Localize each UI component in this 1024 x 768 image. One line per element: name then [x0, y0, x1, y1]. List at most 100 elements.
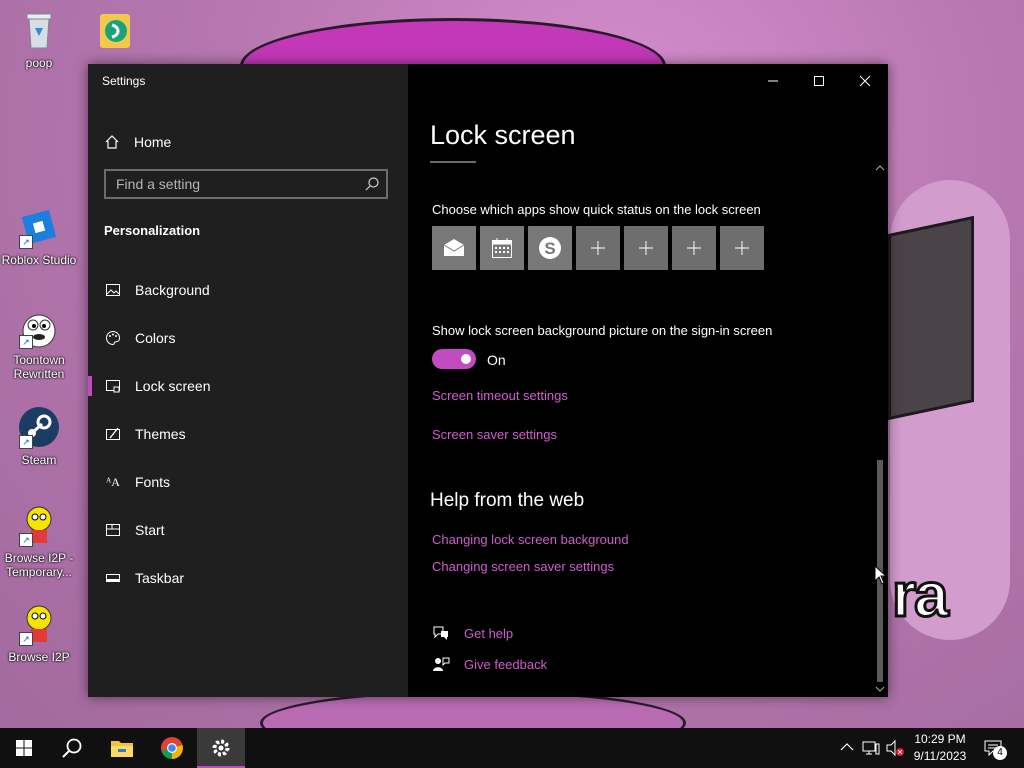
taskbar-icon [105, 570, 121, 586]
start-icon [105, 522, 121, 538]
palette-icon [105, 330, 121, 346]
i2p-icon: ↗ [17, 503, 61, 547]
desktop-icon-label: Steam [21, 453, 57, 467]
svg-text:S: S [544, 239, 555, 258]
network-icon[interactable] [862, 740, 880, 756]
screen-saver-link[interactable]: Screen saver settings [432, 427, 557, 442]
home-nav-item[interactable]: Home [104, 130, 171, 154]
minimize-icon [768, 80, 778, 82]
mail-icon [443, 239, 465, 256]
desktop-icon-browse-i2p-temporary[interactable]: ↗ Browse I2P - Temporary... [1, 503, 77, 579]
desktop-icon-toontown[interactable]: ↗ Toontown Rewritten [1, 305, 77, 381]
give-feedback-label: Give feedback [464, 656, 548, 672]
give-feedback-link[interactable]: Give feedback [432, 656, 547, 672]
clock-time: 10:29 PM [914, 732, 966, 746]
add-icon [735, 241, 749, 255]
nav-item-lock-screen[interactable]: Lock screen [88, 366, 408, 406]
page-title: Lock screen [430, 120, 576, 150]
search-icon [62, 738, 82, 758]
toggle-state-label: On [487, 352, 506, 368]
quick-status-tile-add[interactable] [672, 226, 716, 270]
taskbar-chrome[interactable] [148, 728, 196, 768]
font-icon: ᴬA [106, 474, 120, 489]
taskbar-settings[interactable] [197, 728, 245, 768]
desktop-icon-label: Roblox Studio [1, 253, 77, 267]
close-button[interactable] [842, 68, 888, 94]
file-explorer-icon [111, 741, 133, 757]
search-box[interactable] [104, 169, 388, 199]
taskbar-file-explorer[interactable] [98, 728, 146, 768]
toggle-knob [461, 354, 471, 364]
desktop-icon-folder[interactable] [78, 8, 154, 56]
shortcut-arrow-icon: ↗ [19, 235, 33, 249]
desktop-icon-browse-i2p[interactable]: ↗ Browse I2P [1, 602, 77, 664]
nav-item-start[interactable]: Start [88, 510, 408, 550]
nav-label: Start [135, 522, 165, 538]
desktop-icon-steam[interactable]: ↗ Steam [1, 405, 77, 467]
roblox-studio-icon: ↗ [17, 205, 61, 249]
toontown-icon: ↗ [17, 305, 61, 349]
nav-label: Background [135, 282, 210, 298]
get-help-link[interactable]: Get help [432, 625, 513, 641]
quick-status-tile-add[interactable] [720, 226, 764, 270]
search-input[interactable] [106, 175, 368, 193]
nav-label: Lock screen [135, 378, 211, 394]
scroll-up-icon[interactable] [875, 164, 885, 172]
brush-icon [105, 426, 121, 442]
window-title: Settings [102, 74, 146, 88]
quick-status-tile-skype[interactable]: S [528, 226, 572, 270]
clock[interactable]: 10:29 PM 9/11/2023 [908, 731, 972, 765]
get-help-label: Get help [464, 625, 514, 641]
start-button[interactable] [0, 728, 48, 768]
desktop-icon-recycle-bin[interactable]: poop [1, 8, 77, 70]
settings-content: Lock screen Choose which apps show quick… [408, 64, 888, 697]
maximize-button[interactable] [796, 68, 842, 94]
signin-background-toggle[interactable] [432, 349, 476, 369]
settings-icon [212, 739, 230, 757]
picture-icon [105, 282, 121, 298]
search-icon[interactable] [364, 176, 380, 192]
maximize-icon [814, 76, 824, 86]
quick-status-tile-add[interactable] [624, 226, 668, 270]
quick-status-label: Choose which apps show quick status on t… [432, 202, 761, 217]
mouse-cursor-icon [874, 565, 888, 585]
chrome-icon [161, 737, 183, 759]
content-scrollbar[interactable] [872, 160, 888, 697]
calendar-icon [492, 238, 512, 258]
add-icon [591, 241, 605, 255]
signin-background-label: Show lock screen background picture on t… [432, 323, 773, 338]
screen-timeout-link[interactable]: Screen timeout settings [432, 388, 568, 403]
chevron-up-icon[interactable] [840, 742, 854, 752]
quick-status-tile-mail[interactable] [432, 226, 476, 270]
nav-item-taskbar[interactable]: Taskbar [88, 558, 408, 598]
nav-item-background[interactable]: Background [88, 270, 408, 310]
desktop-icon-roblox-studio[interactable]: ↗ Roblox Studio [1, 205, 77, 267]
volume-muted-icon[interactable] [885, 739, 905, 757]
nav-item-themes[interactable]: Themes [88, 414, 408, 454]
desktop-icon-label: Toontown Rewritten [13, 353, 65, 381]
shortcut-arrow-icon: ↗ [19, 435, 33, 449]
scroll-down-icon[interactable] [875, 685, 885, 693]
taskbar-search-button[interactable] [48, 728, 96, 768]
nav-label: Taskbar [135, 570, 185, 586]
nav-item-colors[interactable]: Colors [88, 318, 408, 358]
nav-label: Themes [135, 426, 186, 442]
shortcut-arrow-icon: ↗ [19, 632, 33, 646]
help-link-lock-screen-background[interactable]: Changing lock screen background [432, 532, 629, 547]
action-center-button[interactable]: 4 [984, 740, 1007, 760]
shortcut-arrow-icon: ↗ [19, 533, 33, 547]
nav-item-fonts[interactable]: ᴬA Fonts [88, 462, 408, 502]
help-link-screen-saver[interactable]: Changing screen saver settings [432, 559, 614, 574]
get-help-icon [432, 625, 450, 641]
skype-icon: S [539, 237, 561, 259]
quick-status-tile-calendar[interactable] [480, 226, 524, 270]
feedback-icon [432, 656, 450, 672]
recycle-bin-icon [17, 8, 61, 52]
clock-date: 9/11/2023 [913, 749, 967, 763]
desktop-icon-label: Browse I2P - Temporary... [4, 551, 74, 579]
desktop-icon-label: Browse I2P [8, 650, 70, 664]
minimize-button[interactable] [750, 68, 796, 94]
quick-status-tile-add[interactable] [576, 226, 620, 270]
close-icon [859, 75, 871, 87]
shortcut-arrow-icon: ↗ [19, 335, 33, 349]
